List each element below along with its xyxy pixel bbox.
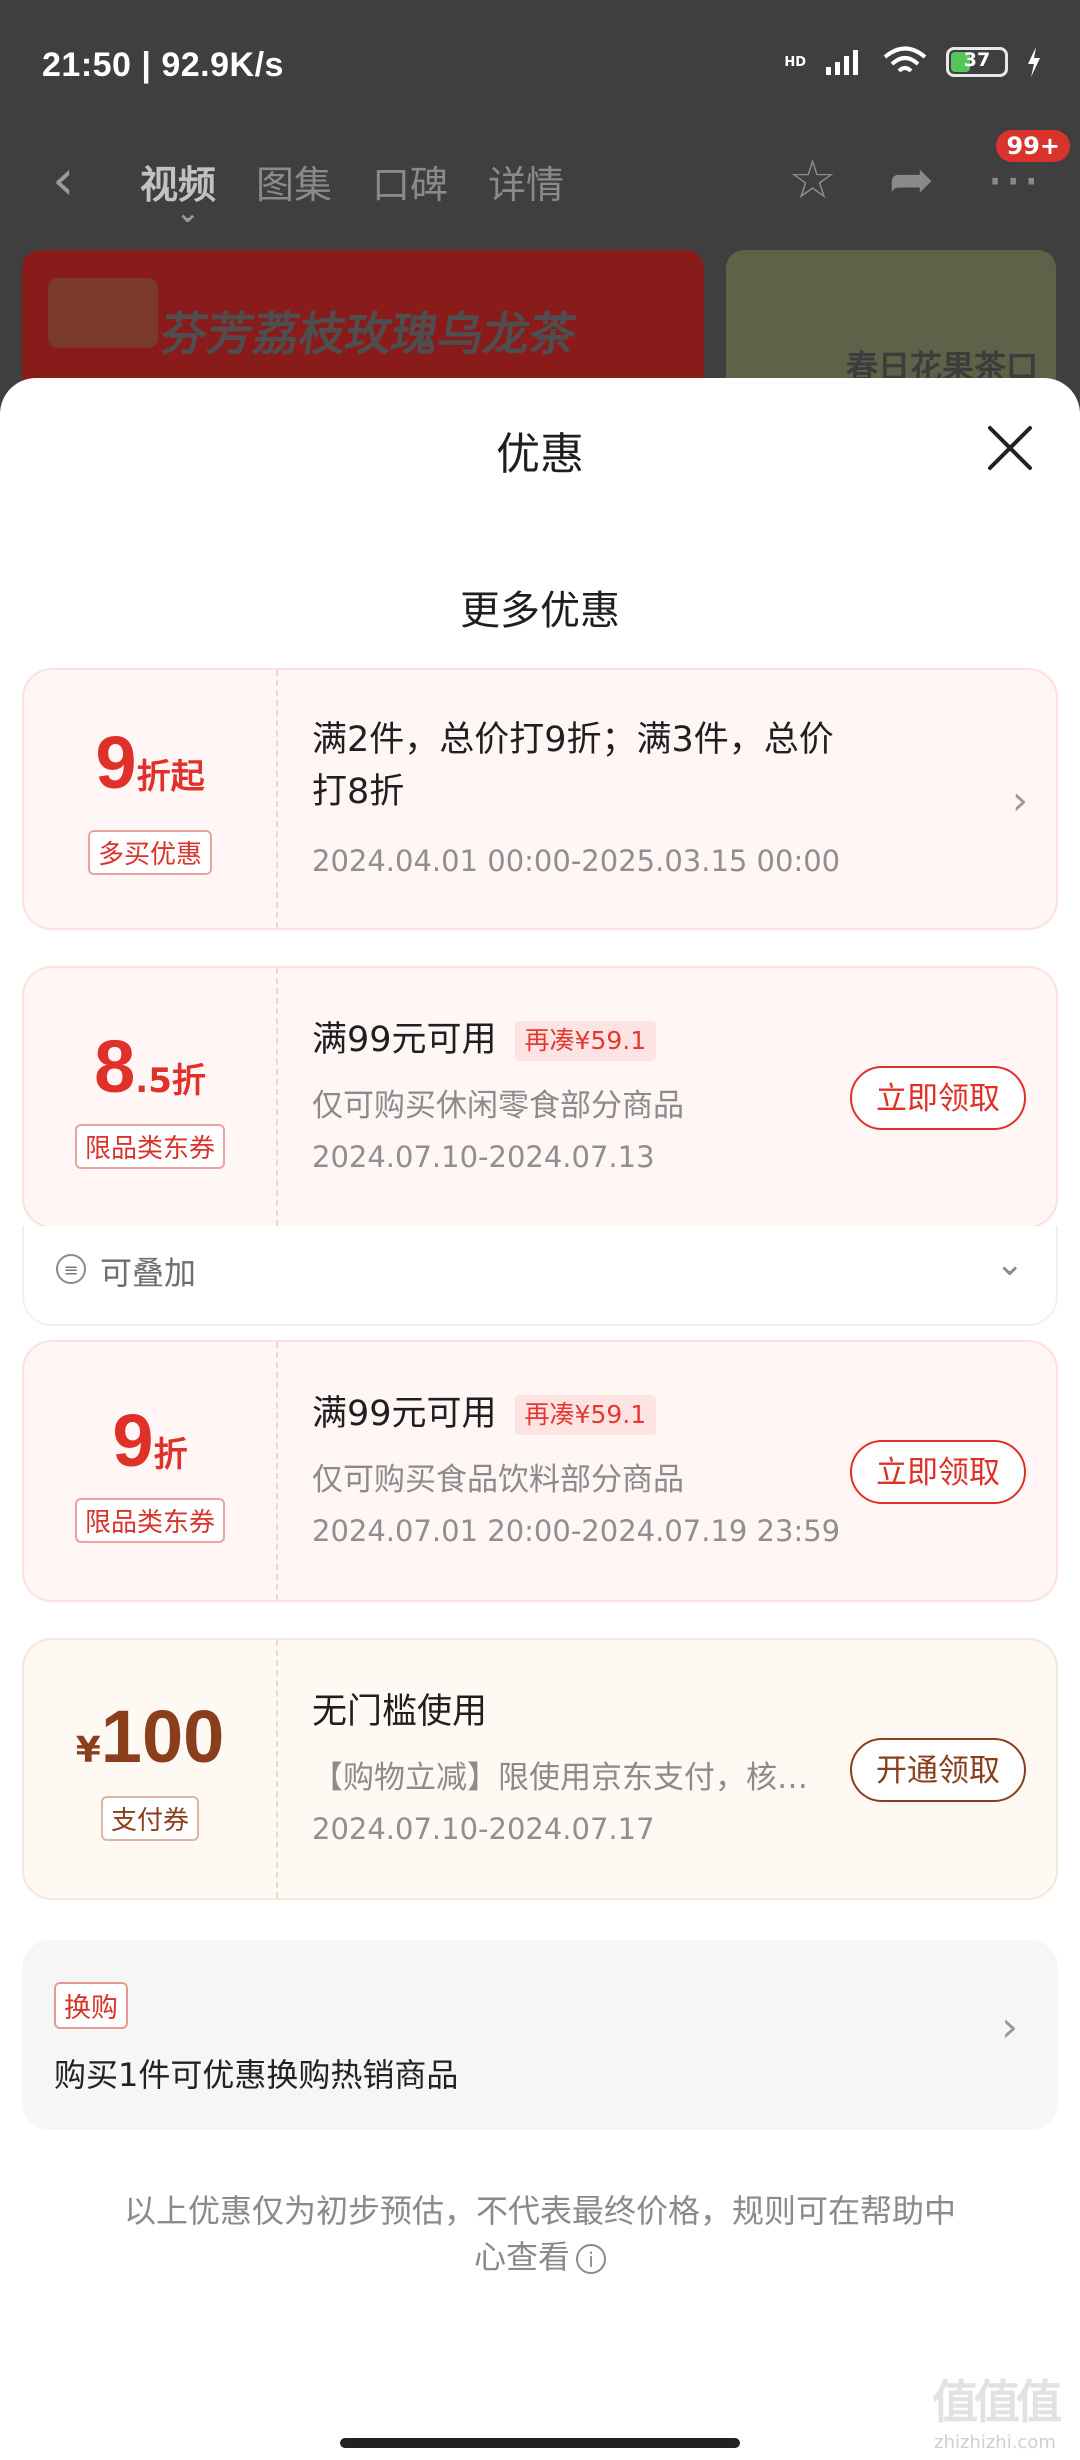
swap-text: 购买1件可优惠换购热销商品 [54, 2056, 459, 2094]
background-page: 21:50 | 92.9K/s HD 37 ‹ 视频 图集 [0, 0, 1080, 420]
offer-card-coupon-snacks: 8.5折 限品类东券 满99元可用 再凑¥59.1 仅可购买休闲零食部分商品 20… [22, 966, 1058, 1228]
offer-description: 满2件，总价打9折；满3件，总价 打8折 [312, 714, 834, 818]
info-icon[interactable]: i [576, 2244, 606, 2274]
watermark-url: zhizhizhi.com [934, 2432, 1056, 2453]
offer-condition: 满99元可用 再凑¥59.1 [312, 1014, 657, 1066]
status-time: 21:50 | 92.9K/s [42, 46, 284, 84]
card-divider [276, 670, 278, 928]
close-icon[interactable] [980, 418, 1040, 478]
offer-date: 2024.04.01 00:00-2025.03.15 00:00 [312, 844, 841, 878]
status-bar: 21:50 | 92.9K/s HD 37 [0, 0, 1080, 130]
disclaimer: 以上优惠仅为初步预估，不代表最终价格，规则可在帮助中心查看 i [120, 2188, 960, 2280]
offer-condition-text: 满99元可用 [312, 1020, 497, 1060]
top-up-pill: 再凑¥59.1 [514, 1021, 657, 1061]
watermark-text: 值值值 [932, 2375, 1062, 2429]
swap-tag: 换购 [54, 1982, 128, 2029]
back-icon[interactable]: ‹ [52, 148, 74, 213]
charging-icon [1028, 47, 1040, 77]
offer-currency: ¥ [75, 1730, 101, 1771]
offer-discount-unit: 折起 [136, 757, 205, 797]
offers-sheet: 优惠 更多优惠 9折起 多买优惠 满2件，总价打9折；满3件，总价 打8折 20… [0, 378, 1080, 2460]
wifi-icon [883, 46, 927, 73]
disclaimer-text: 以上优惠仅为初步预估，不代表最终价格，规则可在帮助中心查看 [123, 2192, 956, 2276]
offer-card-coupon-food: 9折 限品类东券 满99元可用 再凑¥59.1 仅可购买食品饮料部分商品 2024… [22, 1340, 1058, 1602]
message-badge: 99+ [996, 130, 1070, 162]
card-divider [276, 1640, 278, 1898]
offer-type-tag: 限品类东券 [74, 1498, 226, 1543]
offer-discount-unit: .5折 [135, 1061, 206, 1101]
offer-date: 2024.07.01 20:00-2024.07.19 23:59 [312, 1514, 841, 1548]
battery-icon: 37 [946, 47, 1008, 77]
offer-date: 2024.07.10-2024.07.17 [312, 1812, 655, 1846]
brand-logo [48, 278, 158, 348]
activate-claim-button[interactable]: 开通领取 [850, 1738, 1026, 1802]
offer-condition-text: 满99元可用 [312, 1394, 497, 1434]
offer-amount-value: 100 [100, 1695, 225, 1778]
offer-value-area: 9折起 多买优惠 [24, 670, 276, 928]
claim-button[interactable]: 立即领取 [850, 1066, 1026, 1130]
chevron-right-icon[interactable]: › [1012, 778, 1028, 824]
top-up-pill: 再凑¥59.1 [514, 1395, 657, 1435]
background-navbar: ‹ 视频 图集 口碑 详情 ☆ ➦ ⋯ [0, 130, 1080, 250]
claim-button[interactable]: 立即领取 [850, 1440, 1026, 1504]
offer-discount: 9折起 [24, 720, 276, 805]
offer-type-tag: 多买优惠 [87, 830, 213, 875]
offer-value-area: ¥100 支付券 [24, 1640, 276, 1898]
offer-scope: 【购物立减】限使用京东支付，核… [312, 1760, 808, 1796]
offer-type-tag: 限品类东券 [74, 1124, 226, 1169]
offer-discount-value: 8 [94, 1025, 136, 1108]
offer-scope: 仅可购买食品饮料部分商品 [312, 1462, 684, 1498]
tab-video[interactable]: 视频 [140, 154, 216, 229]
stack-icon: ≡ [56, 1254, 86, 1284]
banner-1-text: 芬芳荔枝玫瑰乌龙茶 [157, 307, 580, 361]
hd-indicator: HD [784, 54, 806, 70]
section-title: 更多优惠 [460, 588, 620, 634]
offer-value-area: 9折 限品类东券 [24, 1342, 276, 1600]
card-divider [276, 968, 278, 1226]
stackable-row[interactable]: ≡ 可叠加 ⌄ [22, 1226, 1058, 1326]
tab-details[interactable]: 详情 [488, 154, 564, 209]
offer-description-line-1: 满2件，总价打9折；满3件，总价 [312, 720, 834, 760]
offer-type-tag: 支付券 [100, 1796, 200, 1841]
star-icon[interactable]: ☆ [788, 148, 836, 211]
share-icon[interactable]: ➦ [889, 148, 934, 211]
offer-condition: 满99元可用 再凑¥59.1 [312, 1388, 657, 1440]
offer-discount-value: 9 [112, 1399, 154, 1482]
offer-discount-unit: 折 [153, 1435, 188, 1475]
offer-condition: 无门槛使用 [312, 1692, 488, 1732]
offer-scope: 仅可购买休闲零食部分商品 [312, 1088, 684, 1124]
sheet-title: 优惠 [496, 429, 584, 480]
signal-icon [826, 50, 858, 75]
background-tabs: 视频 图集 口碑 详情 [140, 154, 564, 229]
battery-level: 37 [963, 49, 991, 71]
tab-gallery[interactable]: 图集 [256, 154, 332, 209]
stackable-label: 可叠加 [100, 1254, 197, 1292]
offer-date: 2024.07.10-2024.07.13 [312, 1140, 655, 1174]
offer-discount: 8.5折 [24, 1024, 276, 1109]
offer-description-line-2: 打8折 [312, 772, 405, 812]
offer-amount: ¥100 [24, 1694, 276, 1779]
offer-discount-value: 9 [95, 721, 137, 804]
chevron-right-icon[interactable]: › [1001, 2002, 1018, 2051]
card-divider [276, 1342, 278, 1600]
offer-discount: 9折 [24, 1398, 276, 1483]
tab-reviews[interactable]: 口碑 [372, 154, 448, 209]
offer-card-multi-buy[interactable]: 9折起 多买优惠 满2件，总价打9折；满3件，总价 打8折 2024.04.01… [22, 668, 1058, 930]
offer-value-area: 8.5折 限品类东券 [24, 968, 276, 1226]
chevron-down-icon[interactable]: ⌄ [996, 1244, 1025, 1284]
offer-card-payment: ¥100 支付券 无门槛使用 【购物立减】限使用京东支付，核… 2024.07.… [22, 1638, 1058, 1900]
swap-offer-card[interactable]: 换购 购买1件可优惠换购热销商品 › [22, 1940, 1058, 2130]
watermark-logo: 值值值 zhizhizhi.com [920, 2366, 1070, 2453]
home-indicator[interactable] [340, 2438, 740, 2448]
status-icons: HD 37 [784, 46, 1042, 78]
